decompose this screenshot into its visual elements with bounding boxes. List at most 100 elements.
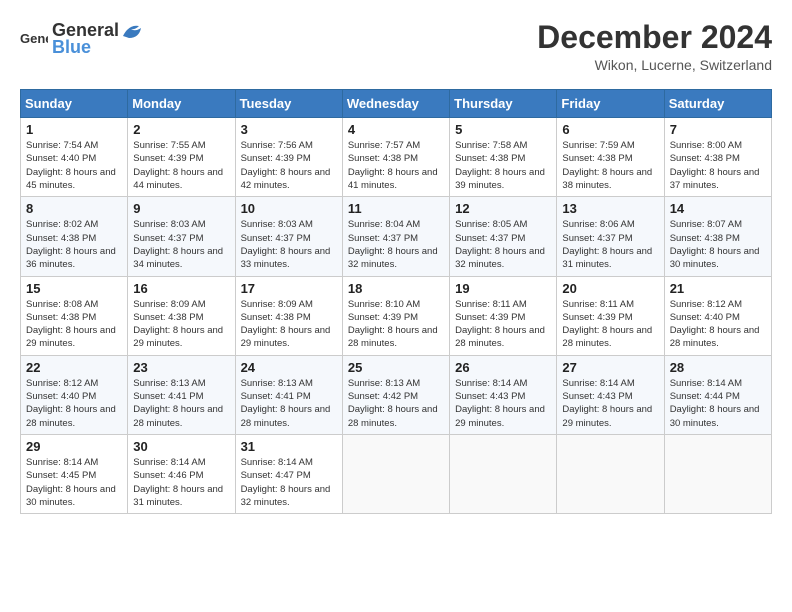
calendar-cell: 27 Sunrise: 8:14 AM Sunset: 4:43 PM Dayl… [557, 355, 664, 434]
calendar-cell: 29 Sunrise: 8:14 AM Sunset: 4:45 PM Dayl… [21, 434, 128, 513]
day-info: Sunrise: 8:05 AM Sunset: 4:37 PM Dayligh… [455, 218, 551, 271]
daylight-label: Daylight: 8 hours and 28 minutes. [348, 404, 438, 428]
sunrise-label: Sunrise: 8:14 AM [670, 378, 742, 389]
day-info: Sunrise: 8:11 AM Sunset: 4:39 PM Dayligh… [562, 298, 658, 351]
sunrise-label: Sunrise: 8:09 AM [241, 299, 313, 310]
daylight-label: Daylight: 8 hours and 31 minutes. [133, 484, 223, 508]
calendar-cell: 9 Sunrise: 8:03 AM Sunset: 4:37 PM Dayli… [128, 197, 235, 276]
daylight-label: Daylight: 8 hours and 29 minutes. [133, 325, 223, 349]
sunrise-label: Sunrise: 7:58 AM [455, 140, 527, 151]
calendar-cell: 12 Sunrise: 8:05 AM Sunset: 4:37 PM Dayl… [450, 197, 557, 276]
sunset-label: Sunset: 4:43 PM [562, 391, 632, 402]
sunset-label: Sunset: 4:38 PM [670, 153, 740, 164]
calendar-week-row: 29 Sunrise: 8:14 AM Sunset: 4:45 PM Dayl… [21, 434, 772, 513]
day-info: Sunrise: 8:14 AM Sunset: 4:45 PM Dayligh… [26, 456, 122, 509]
sunrise-label: Sunrise: 7:54 AM [26, 140, 98, 151]
month-title: December 2024 [537, 20, 772, 55]
calendar-cell [342, 434, 449, 513]
calendar-cell: 11 Sunrise: 8:04 AM Sunset: 4:37 PM Dayl… [342, 197, 449, 276]
calendar-cell: 30 Sunrise: 8:14 AM Sunset: 4:46 PM Dayl… [128, 434, 235, 513]
day-info: Sunrise: 8:02 AM Sunset: 4:38 PM Dayligh… [26, 218, 122, 271]
day-number: 30 [133, 439, 229, 454]
calendar-cell: 18 Sunrise: 8:10 AM Sunset: 4:39 PM Dayl… [342, 276, 449, 355]
daylight-label: Daylight: 8 hours and 29 minutes. [455, 404, 545, 428]
day-number: 19 [455, 281, 551, 296]
sunrise-label: Sunrise: 8:12 AM [670, 299, 742, 310]
day-info: Sunrise: 8:09 AM Sunset: 4:38 PM Dayligh… [241, 298, 337, 351]
sunrise-label: Sunrise: 8:11 AM [562, 299, 634, 310]
day-number: 20 [562, 281, 658, 296]
sunrise-label: Sunrise: 8:14 AM [455, 378, 527, 389]
day-info: Sunrise: 8:11 AM Sunset: 4:39 PM Dayligh… [455, 298, 551, 351]
day-info: Sunrise: 7:56 AM Sunset: 4:39 PM Dayligh… [241, 139, 337, 192]
day-number: 21 [670, 281, 766, 296]
sunrise-label: Sunrise: 8:07 AM [670, 219, 742, 230]
day-number: 4 [348, 122, 444, 137]
calendar-cell: 15 Sunrise: 8:08 AM Sunset: 4:38 PM Dayl… [21, 276, 128, 355]
logo-bird-icon [121, 22, 143, 40]
logo: General General Blue [20, 20, 143, 58]
sunset-label: Sunset: 4:42 PM [348, 391, 418, 402]
day-number: 24 [241, 360, 337, 375]
sunset-label: Sunset: 4:38 PM [348, 153, 418, 164]
day-number: 18 [348, 281, 444, 296]
daylight-label: Daylight: 8 hours and 29 minutes. [26, 325, 116, 349]
day-number: 15 [26, 281, 122, 296]
sunrise-label: Sunrise: 7:55 AM [133, 140, 205, 151]
sunset-label: Sunset: 4:44 PM [670, 391, 740, 402]
calendar-cell: 22 Sunrise: 8:12 AM Sunset: 4:40 PM Dayl… [21, 355, 128, 434]
daylight-label: Daylight: 8 hours and 28 minutes. [670, 325, 760, 349]
day-info: Sunrise: 8:14 AM Sunset: 4:43 PM Dayligh… [455, 377, 551, 430]
weekday-header-friday: Friday [557, 90, 664, 118]
calendar-week-row: 8 Sunrise: 8:02 AM Sunset: 4:38 PM Dayli… [21, 197, 772, 276]
calendar-week-row: 1 Sunrise: 7:54 AM Sunset: 4:40 PM Dayli… [21, 118, 772, 197]
day-number: 14 [670, 201, 766, 216]
weekday-header-wednesday: Wednesday [342, 90, 449, 118]
daylight-label: Daylight: 8 hours and 32 minutes. [348, 246, 438, 270]
calendar-cell: 19 Sunrise: 8:11 AM Sunset: 4:39 PM Dayl… [450, 276, 557, 355]
weekday-header-tuesday: Tuesday [235, 90, 342, 118]
sunrise-label: Sunrise: 8:04 AM [348, 219, 420, 230]
daylight-label: Daylight: 8 hours and 33 minutes. [241, 246, 331, 270]
day-info: Sunrise: 7:54 AM Sunset: 4:40 PM Dayligh… [26, 139, 122, 192]
day-info: Sunrise: 8:07 AM Sunset: 4:38 PM Dayligh… [670, 218, 766, 271]
calendar-cell: 8 Sunrise: 8:02 AM Sunset: 4:38 PM Dayli… [21, 197, 128, 276]
day-number: 31 [241, 439, 337, 454]
sunrise-label: Sunrise: 8:11 AM [455, 299, 527, 310]
sunset-label: Sunset: 4:41 PM [241, 391, 311, 402]
daylight-label: Daylight: 8 hours and 41 minutes. [348, 167, 438, 191]
weekday-header-saturday: Saturday [664, 90, 771, 118]
daylight-label: Daylight: 8 hours and 30 minutes. [26, 484, 116, 508]
day-number: 17 [241, 281, 337, 296]
sunrise-label: Sunrise: 8:14 AM [133, 457, 205, 468]
sunrise-label: Sunrise: 7:57 AM [348, 140, 420, 151]
day-info: Sunrise: 8:13 AM Sunset: 4:42 PM Dayligh… [348, 377, 444, 430]
day-info: Sunrise: 8:04 AM Sunset: 4:37 PM Dayligh… [348, 218, 444, 271]
day-info: Sunrise: 8:14 AM Sunset: 4:44 PM Dayligh… [670, 377, 766, 430]
day-number: 16 [133, 281, 229, 296]
sunset-label: Sunset: 4:45 PM [26, 470, 96, 481]
sunset-label: Sunset: 4:47 PM [241, 470, 311, 481]
day-info: Sunrise: 8:12 AM Sunset: 4:40 PM Dayligh… [670, 298, 766, 351]
day-number: 29 [26, 439, 122, 454]
sunset-label: Sunset: 4:37 PM [455, 233, 525, 244]
day-number: 6 [562, 122, 658, 137]
day-number: 10 [241, 201, 337, 216]
weekday-header-sunday: Sunday [21, 90, 128, 118]
sunrise-label: Sunrise: 8:14 AM [26, 457, 98, 468]
calendar-cell [450, 434, 557, 513]
sunrise-label: Sunrise: 8:13 AM [348, 378, 420, 389]
day-info: Sunrise: 8:10 AM Sunset: 4:39 PM Dayligh… [348, 298, 444, 351]
day-info: Sunrise: 8:08 AM Sunset: 4:38 PM Dayligh… [26, 298, 122, 351]
sunset-label: Sunset: 4:40 PM [670, 312, 740, 323]
day-info: Sunrise: 7:55 AM Sunset: 4:39 PM Dayligh… [133, 139, 229, 192]
sunrise-label: Sunrise: 8:00 AM [670, 140, 742, 151]
day-number: 23 [133, 360, 229, 375]
daylight-label: Daylight: 8 hours and 28 minutes. [241, 404, 331, 428]
day-info: Sunrise: 8:00 AM Sunset: 4:38 PM Dayligh… [670, 139, 766, 192]
calendar-cell: 17 Sunrise: 8:09 AM Sunset: 4:38 PM Dayl… [235, 276, 342, 355]
calendar-cell: 24 Sunrise: 8:13 AM Sunset: 4:41 PM Dayl… [235, 355, 342, 434]
daylight-label: Daylight: 8 hours and 44 minutes. [133, 167, 223, 191]
sunrise-label: Sunrise: 8:12 AM [26, 378, 98, 389]
day-number: 25 [348, 360, 444, 375]
